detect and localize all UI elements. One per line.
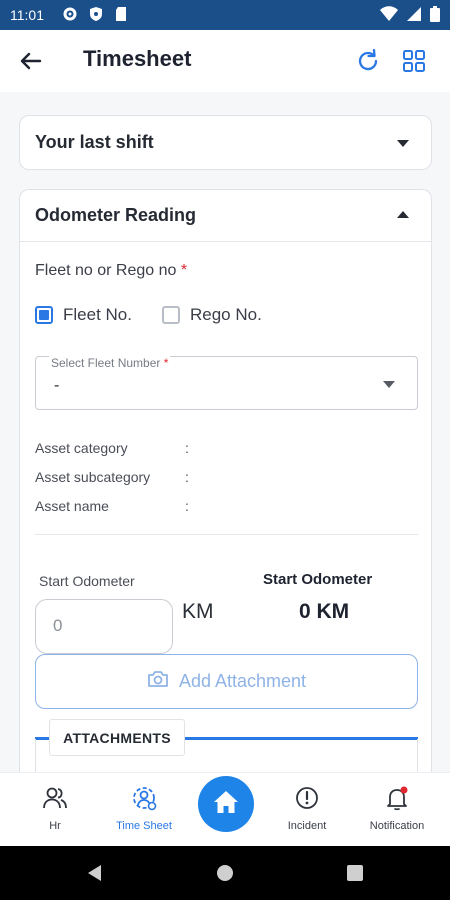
select-fleet-number-label: Select Fleet Number * (49, 356, 171, 370)
system-navigation-bar (0, 846, 450, 900)
start-odometer-input[interactable]: 0 (35, 599, 173, 654)
asset-subcategory-value: : (185, 469, 189, 485)
asset-name-label: Asset name (35, 498, 109, 514)
status-time: 11:01 (10, 7, 44, 23)
bell-icon (384, 785, 410, 820)
people-icon (42, 785, 68, 820)
required-mark: * (180, 262, 188, 279)
nav-time-sheet[interactable]: Time Sheet (108, 785, 180, 832)
fleet-no-label: Fleet No. (63, 305, 132, 324)
asset-subcategory-label: Asset subcategory (35, 469, 151, 485)
select-fleet-number-value: - (54, 377, 60, 394)
last-shift-title: Your last shift (35, 132, 154, 152)
select-fleet-number-dropdown[interactable]: Select Fleet Number * - (35, 356, 418, 410)
add-attachment-label: Add Attachment (178, 671, 307, 691)
home-button[interactable] (198, 776, 254, 832)
home-icon (211, 787, 241, 822)
asset-subcategory-row: Asset subcategory : (35, 469, 189, 485)
fleet-or-rego-label: Fleet no or Rego no * (35, 262, 187, 280)
wifi-icon (380, 6, 398, 27)
start-odometer-input-label: Start Odometer (39, 573, 135, 589)
nav-incident-label: Incident (287, 820, 327, 832)
rego-no-option[interactable]: Rego No. (162, 305, 262, 325)
start-odometer-input-value: 0 (53, 616, 63, 635)
odometer-reading-card: Odometer Reading Fleet no or Rego no * F… (19, 189, 432, 772)
attachments-tab-label: ATTACHMENTS (63, 729, 171, 746)
fleet-no-option[interactable]: Fleet No. (35, 305, 132, 325)
start-odometer-summary-label: Start Odometer (263, 571, 373, 588)
nav-notification[interactable]: Notification (362, 785, 432, 832)
shield-icon (88, 6, 104, 27)
odometer-reading-header[interactable]: Odometer Reading (20, 190, 431, 242)
system-back-icon[interactable] (86, 864, 104, 887)
settings-icon (62, 6, 78, 27)
grid-menu-icon[interactable] (400, 47, 428, 75)
asset-name-row: Asset name : (35, 498, 189, 514)
odometer-reading-title: Odometer Reading (35, 205, 197, 225)
required-mark: * (163, 356, 169, 370)
add-attachment-button[interactable]: Add Attachment (35, 654, 418, 709)
start-odometer-summary-value: 0 KM (299, 600, 350, 623)
select-fleet-number-text: Select Fleet Number (51, 356, 161, 370)
timesheet-user-icon (131, 785, 157, 820)
nav-time-sheet-label: Time Sheet (116, 820, 172, 832)
chevron-down-icon (397, 140, 409, 147)
page-title: Timesheet (83, 46, 192, 71)
status-bar: 11:01 (0, 0, 450, 30)
nav-hr[interactable]: Hr (30, 785, 80, 832)
asset-category-row: Asset category : (35, 440, 189, 456)
nav-incident[interactable]: Incident (278, 785, 336, 832)
chevron-up-icon (397, 211, 409, 218)
system-recents-icon[interactable] (346, 864, 364, 887)
bottom-navigation: Hr Time Sheet Incident Notification (0, 772, 450, 846)
odometer-unit-label: KM (182, 600, 214, 623)
rego-no-label: Rego No. (190, 305, 262, 324)
sd-card-icon (114, 6, 128, 27)
nav-notification-label: Notification (369, 820, 425, 832)
app-bar: Timesheet (0, 30, 450, 92)
nav-hr-label: Hr (49, 820, 61, 832)
camera-icon (147, 669, 169, 694)
section-divider (35, 534, 418, 535)
incident-icon (294, 785, 320, 820)
rego-no-checkbox[interactable] (162, 306, 180, 324)
dropdown-arrow-icon (383, 381, 395, 388)
attachments-tab[interactable]: ATTACHMENTS (49, 719, 185, 756)
system-home-icon[interactable] (216, 864, 234, 887)
asset-category-value: : (185, 440, 189, 456)
asset-name-value: : (185, 498, 189, 514)
asset-category-label: Asset category (35, 440, 128, 456)
content-area: Your last shift Odometer Reading Fleet n… (0, 92, 450, 772)
fleet-no-checkbox[interactable] (35, 306, 53, 324)
signal-icon (406, 6, 422, 27)
fleet-or-rego-text: Fleet no or Rego no (35, 262, 177, 279)
back-arrow-icon[interactable] (18, 48, 44, 74)
battery-icon (430, 6, 440, 27)
refresh-icon[interactable] (354, 47, 382, 75)
last-shift-accordion[interactable]: Your last shift (19, 115, 432, 170)
